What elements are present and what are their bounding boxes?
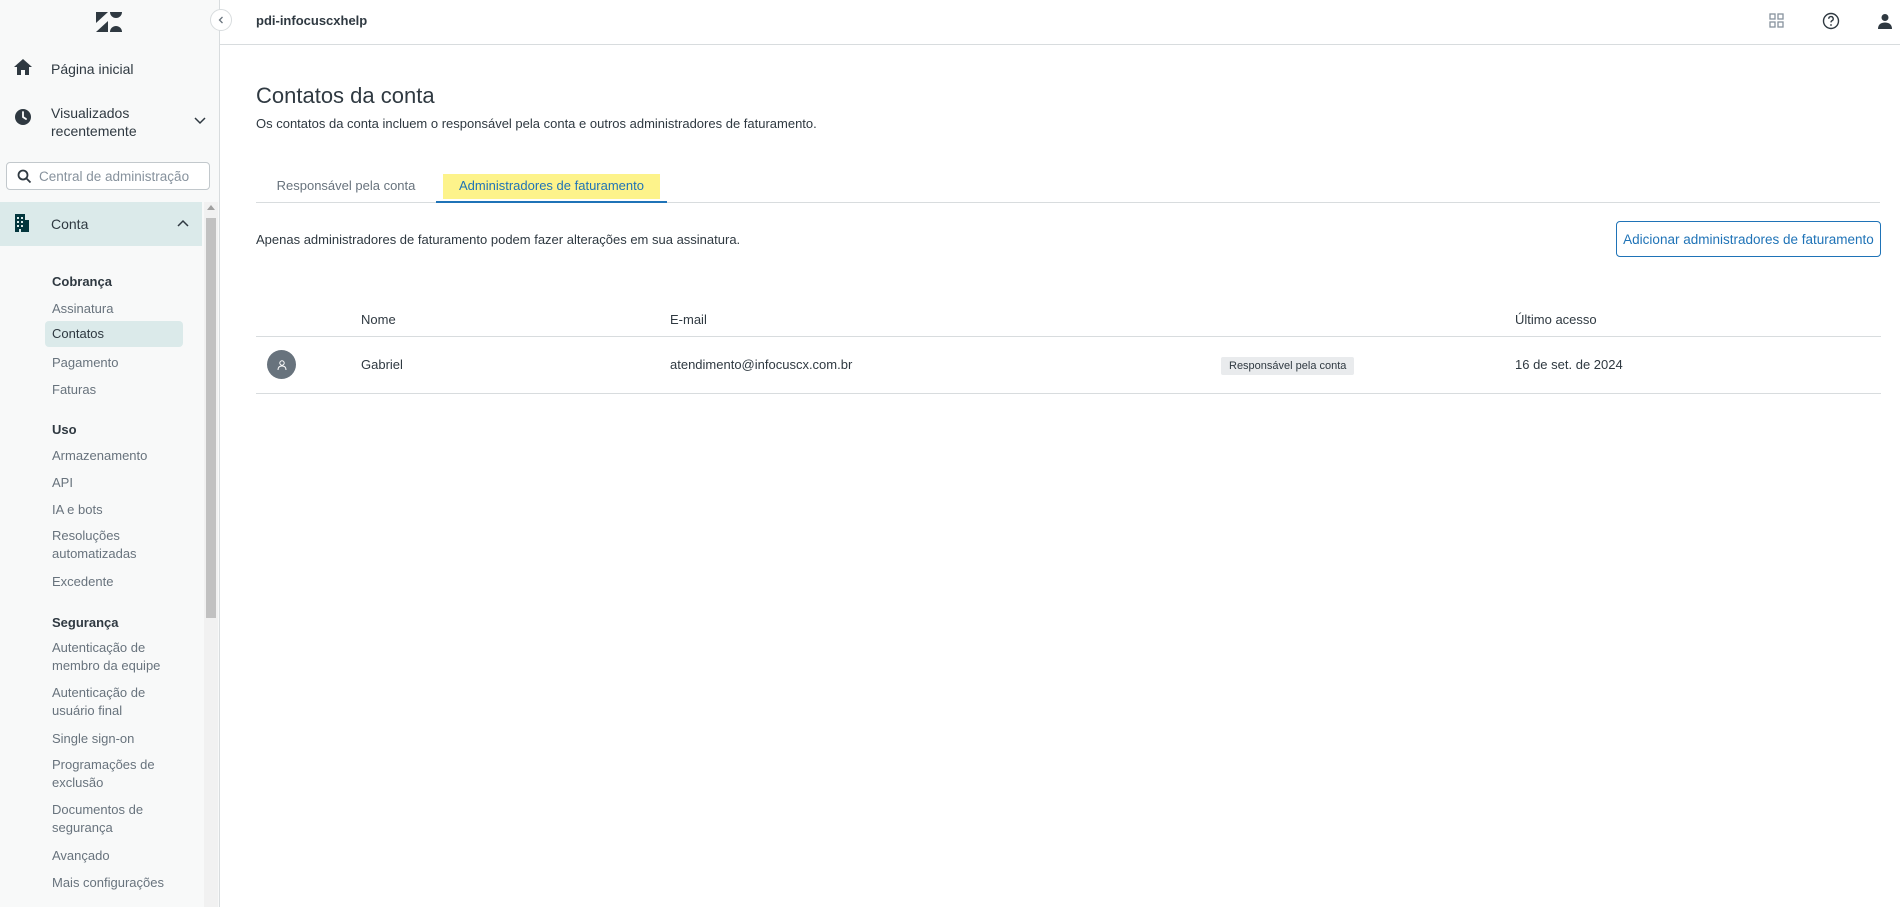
avatar <box>267 350 296 379</box>
account-subdomain: pdi-infocuscxhelp <box>256 13 368 28</box>
sidebar-subitem-payment[interactable]: Pagamento <box>52 355 119 370</box>
sidebar-subitem-subscription[interactable]: Assinatura <box>52 301 113 316</box>
contact-last-access: 16 de set. de 2024 <box>1515 357 1623 372</box>
tab-label: Administradores de faturamento <box>443 174 660 199</box>
search-icon <box>17 169 32 183</box>
table-row[interactable]: Gabriel atendimento@infocuscx.com.br Res… <box>256 337 1881 394</box>
chevron-left-icon <box>218 16 223 24</box>
sidebar-subitem-enduser-auth[interactable]: Autenticação de usuário final <box>52 684 162 720</box>
sidebar-subitem-storage[interactable]: Armazenamento <box>52 448 147 463</box>
status-badge: Responsável pela conta <box>1221 357 1355 375</box>
section-title-billing: Cobrança <box>52 274 112 289</box>
scroll-up-arrow[interactable] <box>207 205 215 210</box>
zendesk-logo[interactable] <box>94 10 124 34</box>
add-billing-admins-button[interactable]: Adicionar administradores de faturamento <box>1616 221 1881 257</box>
home-icon <box>14 59 32 75</box>
contact-name: Gabriel <box>361 357 403 372</box>
sidebar-subitem-ai-bots[interactable]: IA e bots <box>52 502 103 517</box>
sidebar-subitem-more-settings[interactable]: Mais configurações <box>52 875 164 890</box>
collapse-sidebar-button[interactable] <box>210 9 232 31</box>
scroll-thumb[interactable] <box>206 218 216 618</box>
clock-icon <box>15 109 31 125</box>
tab-billing-admins[interactable]: Administradores de faturamento <box>436 172 667 203</box>
sidebar-subitem-api[interactable]: API <box>52 475 73 490</box>
sidebar-subitem-advanced[interactable]: Avançado <box>52 848 110 863</box>
help-icon[interactable] <box>1821 11 1841 31</box>
sidebar-subitem-automated-resolutions[interactable]: Resoluções automatizadas <box>52 527 162 563</box>
sidebar-subitem-deletion-schedules[interactable]: Programações de exclusão <box>52 756 172 792</box>
sidebar-scrollbar[interactable] <box>204 202 218 907</box>
sidebar-item-home[interactable]: Página inicial <box>0 56 219 82</box>
section-title-usage: Uso <box>52 422 77 437</box>
user-icon <box>277 359 286 370</box>
column-header-last-access[interactable]: Último acesso <box>1515 312 1597 327</box>
sidebar-subitem-team-auth[interactable]: Autenticação de membro da equipe <box>52 639 172 675</box>
table-header: Nome E-mail Último acesso <box>256 306 1881 337</box>
sidebar-item-recent[interactable]: Visualizados recentemente <box>0 104 219 144</box>
column-header-email[interactable]: E-mail <box>670 312 707 327</box>
top-header: pdi-infocuscxhelp <box>220 0 1900 45</box>
sidebar-subitem-security-docs[interactable]: Documentos de segurança <box>52 801 162 837</box>
user-icon[interactable] <box>1875 11 1895 31</box>
sidebar-subitem-sso[interactable]: Single sign-on <box>52 731 134 746</box>
sidebar: Página inicial Visualizados recentemente <box>0 0 220 907</box>
info-text: Apenas administradores de faturamento po… <box>256 232 741 247</box>
column-header-name[interactable]: Nome <box>361 312 396 327</box>
section-title-security: Segurança <box>52 615 119 630</box>
sidebar-item-label: Página inicial <box>51 61 134 77</box>
sidebar-subitem-contacts[interactable]: Contatos <box>45 321 183 347</box>
tab-account-owner[interactable]: Responsável pela conta <box>256 172 436 203</box>
sidebar-subitem-invoices[interactable]: Faturas <box>52 382 96 397</box>
contact-email: atendimento@infocuscx.com.br <box>670 357 853 372</box>
chevron-down-icon[interactable] <box>193 113 207 127</box>
sidebar-subitem-overage[interactable]: Excedente <box>52 574 113 589</box>
page-title: Contatos da conta <box>256 83 435 108</box>
sidebar-item-label: Conta <box>51 216 89 232</box>
chevron-up-icon[interactable] <box>176 217 190 231</box>
sidebar-item-account[interactable]: Conta <box>0 202 202 246</box>
building-icon <box>15 214 29 232</box>
tab-list: Responsável pela conta Administradores d… <box>256 172 1880 203</box>
products-grid-icon[interactable] <box>1767 11 1787 31</box>
sidebar-item-label: Visualizados recentemente <box>51 105 137 139</box>
page-description: Os contatos da conta incluem o responsáv… <box>256 116 817 131</box>
search-input[interactable] <box>39 168 209 184</box>
admin-search-field[interactable] <box>6 162 210 190</box>
